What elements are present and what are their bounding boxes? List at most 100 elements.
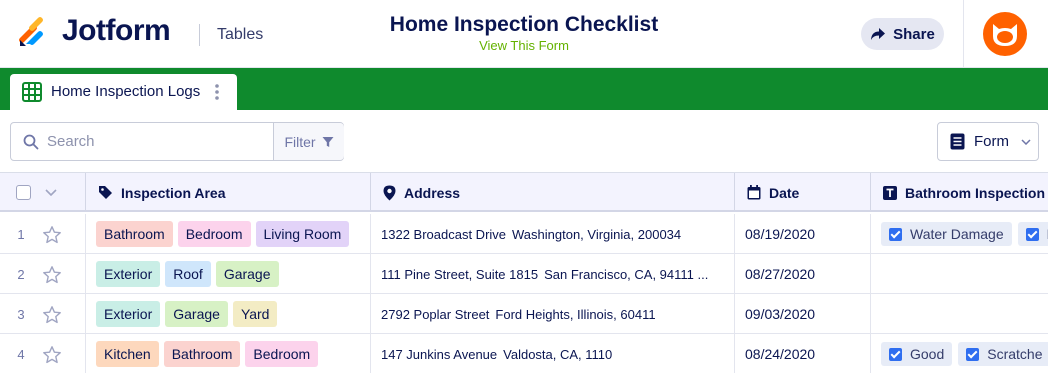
address-street: 2792 Poplar Street: [381, 306, 490, 322]
row-number: 3: [17, 306, 25, 322]
user-avatar-icon: [993, 24, 1017, 46]
address-cell[interactable]: 1322 Broadcast Drive Washington, Virgini…: [371, 214, 735, 254]
chevron-down-icon: [1021, 138, 1031, 145]
star-icon[interactable]: [42, 345, 62, 365]
bathroom-inspection-cell[interactable]: Water Damage Repa: [871, 214, 1048, 254]
address-city: Washington, Virginia, 200034: [512, 226, 682, 242]
address-street: 111 Pine Street, Suite 1815: [381, 266, 539, 282]
checkbox-checked-icon: [1025, 227, 1039, 241]
option-label: Scratche: [987, 346, 1043, 362]
select-all-column[interactable]: [0, 173, 86, 212]
calendar-icon: [747, 185, 761, 200]
share-button[interactable]: Share: [861, 18, 944, 50]
column-header-inspection-area[interactable]: Inspection Area: [86, 173, 371, 212]
row-controls: 1: [0, 214, 86, 254]
option-label: Good: [910, 346, 945, 362]
checkbox-checked-icon: [966, 347, 980, 361]
filter-funnel-icon: [322, 136, 334, 147]
top-header: Jotform Tables Home Inspection Checklist…: [0, 0, 1048, 68]
column-label: Inspection Area: [121, 184, 226, 201]
search-box: Filter: [10, 122, 344, 161]
area-tag: Kitchen: [96, 341, 159, 367]
search-input[interactable]: [47, 124, 271, 159]
column-header-address[interactable]: Address: [371, 173, 735, 212]
option-label: Water Damage: [910, 226, 1004, 242]
area-tag: Bedroom: [245, 341, 319, 367]
avatar[interactable]: [983, 12, 1027, 56]
row-controls: 4: [0, 334, 86, 373]
area-tag: Living Room: [255, 221, 350, 247]
tab-home-inspection-logs[interactable]: Home Inspection Logs: [10, 74, 237, 110]
address-street: 147 Junkins Avenue: [381, 346, 498, 362]
column-label: Address: [404, 184, 461, 201]
tab-label: Home Inspection Logs: [51, 83, 201, 100]
address-street: 1322 Broadcast Drive: [381, 226, 507, 242]
address-city: Valdosta, CA, 1110: [503, 346, 613, 362]
table-row[interactable]: 2 Exterior Roof Garage 111 Pine Street, Su…: [0, 254, 1048, 294]
table-tab-bar: Home Inspection Logs: [0, 68, 1048, 110]
area-tag: Bathroom: [163, 341, 241, 367]
column-label: Date: [769, 184, 800, 201]
column-label: Bathroom Inspection: [905, 184, 1046, 201]
table-grid-icon: [22, 82, 42, 102]
area-tag: Bathroom: [96, 221, 173, 247]
form-view-button[interactable]: Form: [937, 122, 1039, 161]
row-number: 4: [17, 346, 25, 362]
address-city: San Francisco, CA, 94111 ...: [544, 266, 709, 282]
area-tag: Garage: [165, 301, 228, 327]
date-cell[interactable]: 08/19/2020: [735, 214, 871, 254]
star-icon[interactable]: [42, 265, 62, 285]
address-cell[interactable]: 147 Junkins Avenue Valdosta, CA, 1110: [371, 334, 735, 373]
text-t-icon: [883, 185, 897, 200]
row-number: 1: [17, 226, 25, 242]
form-document-icon: [950, 133, 965, 150]
table-row[interactable]: 3 Exterior Garage Yard 2792 Poplar Street …: [0, 294, 1048, 334]
inspection-area-cell[interactable]: Bathroom Bedroom Living Room: [86, 214, 371, 254]
inspection-area-cell[interactable]: Kitchen Bathroom Bedroom: [86, 334, 371, 373]
checkbox-checked-icon: [889, 347, 902, 361]
row-controls: 2: [0, 254, 86, 294]
area-tag: Bedroom: [177, 221, 251, 247]
bathroom-inspection-cell[interactable]: [871, 294, 1048, 334]
area-tag: Exterior: [96, 301, 161, 327]
data-table: Inspection Area Address Date Bathroom In…: [0, 172, 1048, 373]
date-cell[interactable]: 08/24/2020: [735, 334, 871, 373]
checkbox-checked-icon: [889, 227, 902, 241]
area-tag: Roof: [165, 261, 211, 287]
table-row[interactable]: 4 Kitchen Bathroom Bedroom 147 Junkins Ave…: [0, 334, 1048, 373]
address-city: Ford Heights, Illinois, 60411: [495, 306, 656, 322]
more-vertical-icon[interactable]: [214, 83, 220, 101]
address-cell[interactable]: 2792 Poplar Street Ford Heights, Illinoi…: [371, 294, 735, 334]
select-all-checkbox[interactable]: [16, 185, 31, 200]
star-icon[interactable]: [42, 305, 62, 325]
search-icon: [23, 134, 39, 150]
checked-option: Repa: [1017, 222, 1048, 246]
column-header-bathroom-inspection[interactable]: Bathroom Inspection: [871, 173, 1048, 212]
column-header-date[interactable]: Date: [735, 173, 871, 212]
location-pin-icon: [383, 185, 396, 200]
star-icon[interactable]: [42, 225, 62, 245]
share-label: Share: [893, 25, 935, 43]
table-header: Inspection Area Address Date Bathroom In…: [0, 173, 1048, 212]
form-button-label: Form: [974, 133, 1009, 150]
area-tag: Exterior: [96, 261, 161, 287]
chevron-down-icon[interactable]: [45, 189, 57, 196]
filter-label: Filter: [284, 133, 316, 150]
bathroom-inspection-cell[interactable]: Good Scratche: [871, 334, 1048, 373]
date-cell[interactable]: 09/03/2020: [735, 294, 871, 334]
date-cell[interactable]: 08/27/2020: [735, 254, 871, 294]
tag-icon: [99, 186, 112, 199]
area-tag: Garage: [215, 261, 279, 287]
row-controls: 3: [0, 294, 86, 334]
header-divider-right: [963, 0, 964, 68]
filter-button[interactable]: Filter: [273, 123, 344, 160]
bathroom-inspection-cell[interactable]: [871, 254, 1048, 294]
inspection-area-cell[interactable]: Exterior Roof Garage: [86, 254, 371, 294]
share-arrow-icon: [871, 28, 886, 40]
area-tag: Yard: [232, 301, 278, 327]
address-cell[interactable]: 111 Pine Street, Suite 1815 San Francisc…: [371, 254, 735, 294]
inspection-area-cell[interactable]: Exterior Garage Yard: [86, 294, 371, 334]
checked-option: Good: [881, 342, 953, 366]
table-row[interactable]: 1 Bathroom Bedroom Living Room 1322 Broadc…: [0, 214, 1048, 254]
checked-option: Scratche: [958, 342, 1048, 366]
